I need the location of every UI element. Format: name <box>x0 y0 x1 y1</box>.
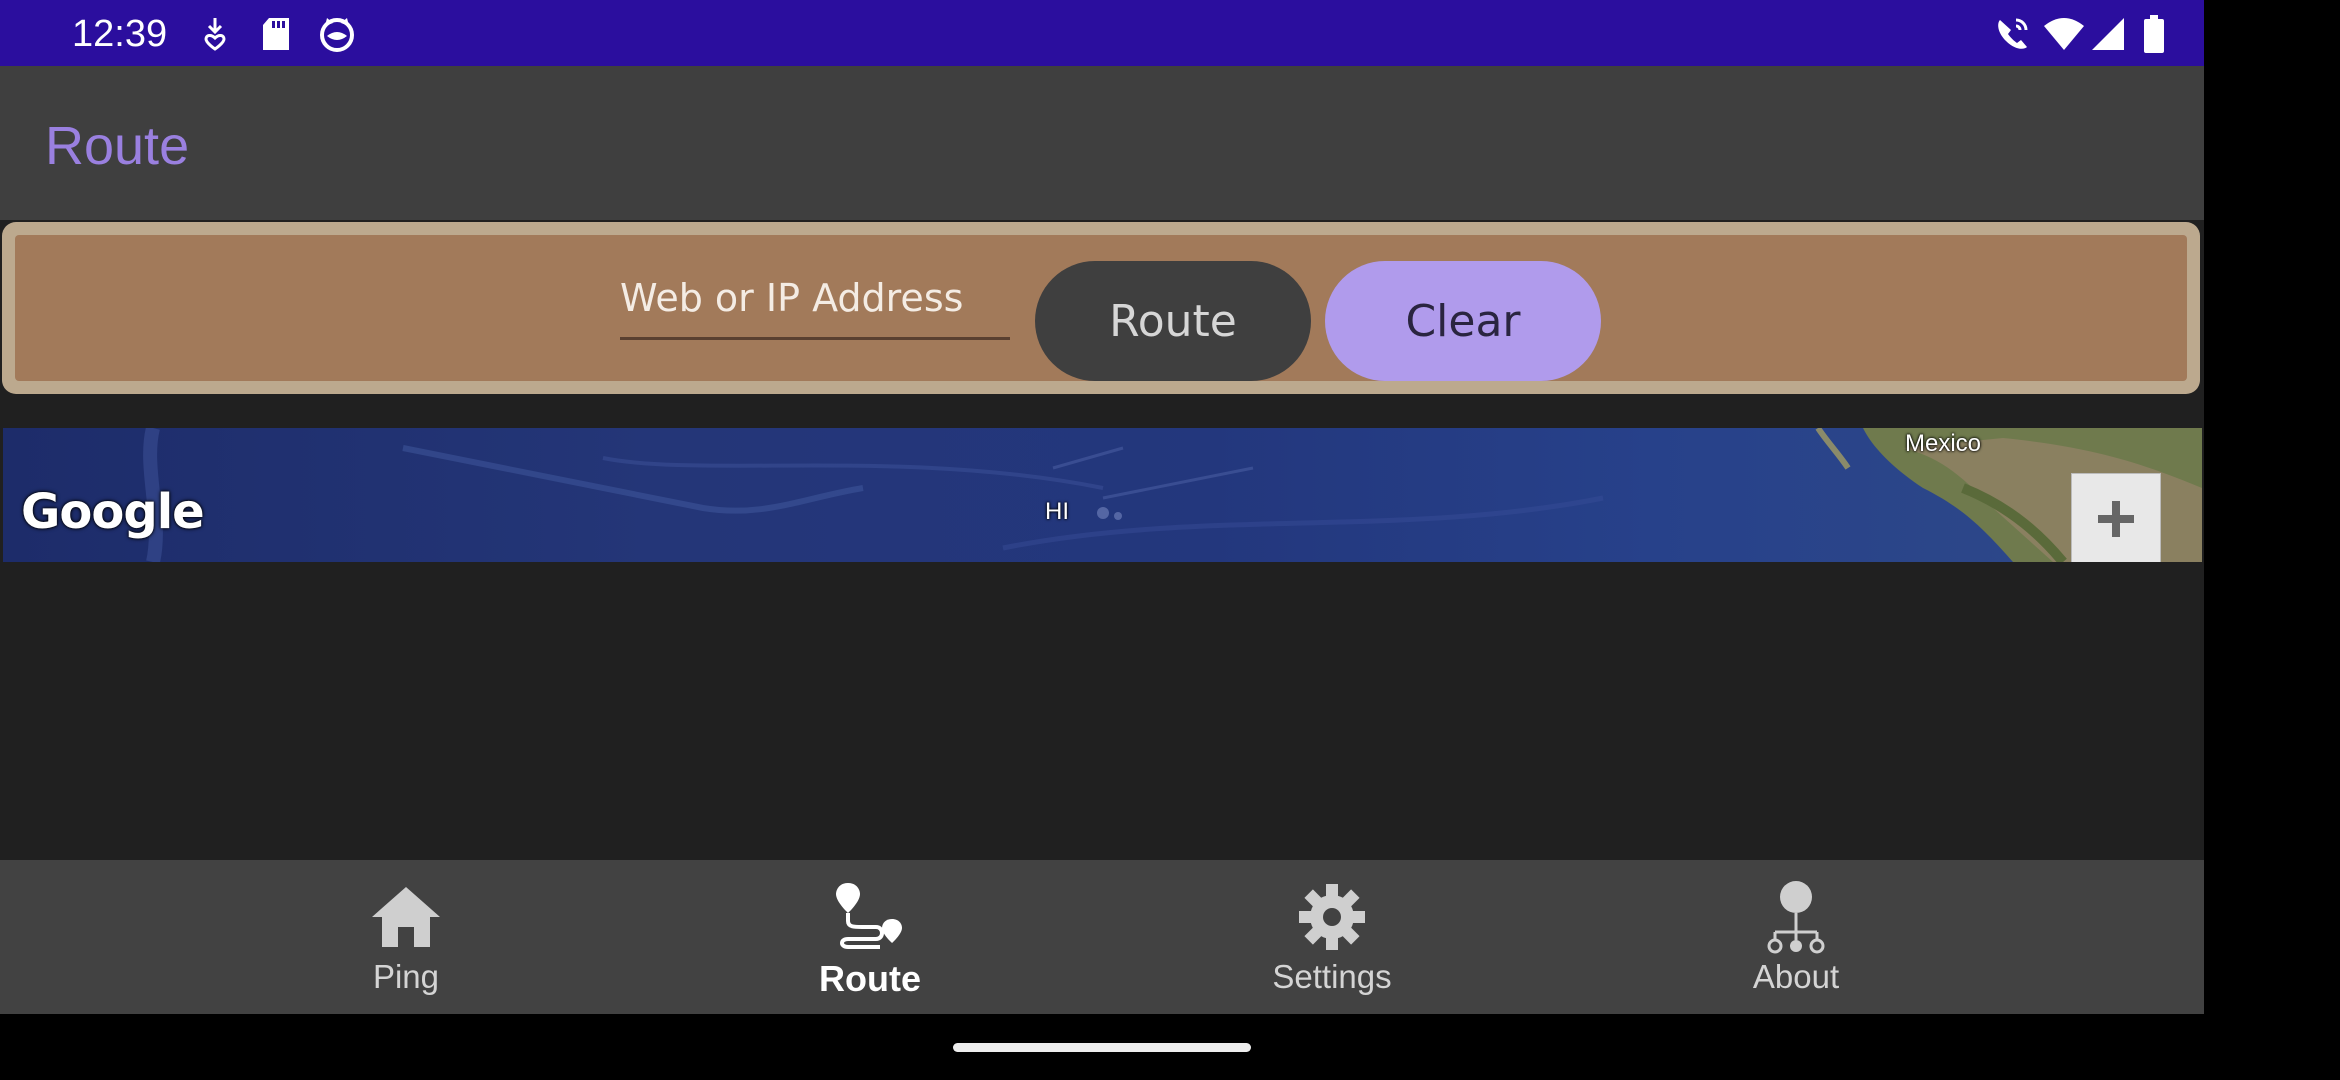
zoom-in-button[interactable] <box>2071 473 2161 562</box>
app-bar: Route <box>0 66 2204 220</box>
sd-card-icon <box>261 12 291 56</box>
nav-item-route[interactable]: Route <box>790 860 950 1014</box>
status-bar: 12:39 <box>0 0 2204 66</box>
nav-item-settings[interactable]: Settings <box>1252 860 1412 1014</box>
cellular-signal-icon <box>2090 12 2126 56</box>
cat-face-icon <box>318 12 356 56</box>
wifi-icon <box>2042 12 2086 56</box>
route-icon <box>834 880 906 954</box>
nav-label-route: Route <box>819 958 921 999</box>
download-notification-icon <box>200 12 230 56</box>
nav-item-about[interactable]: About <box>1716 860 1876 1014</box>
nav-label-settings: Settings <box>1272 958 1392 995</box>
plus-icon <box>2098 500 2134 537</box>
gesture-navigation-bar[interactable] <box>953 1043 1251 1052</box>
gear-icon <box>1297 880 1367 954</box>
nav-label-about: About <box>1752 958 1840 995</box>
map-label-mexico: Mexico <box>1905 430 1982 457</box>
home-icon <box>370 880 442 954</box>
address-input[interactable] <box>620 265 1010 340</box>
nav-item-ping[interactable]: Ping <box>326 860 486 1014</box>
map-view[interactable]: Google HI Mexico <box>3 428 2202 562</box>
page-title: Route <box>45 116 190 176</box>
map-label-hawaii: HI <box>1045 498 1069 525</box>
route-form-inner: Route Clear <box>15 235 2187 381</box>
app-window: 12:39 Route Route Clear <box>0 0 2204 1014</box>
map-terrain <box>143 428 2202 562</box>
status-time: 12:39 <box>72 13 168 55</box>
wifi-calling-icon <box>1994 12 2030 56</box>
clear-button[interactable]: Clear <box>1325 261 1601 381</box>
network-tree-icon <box>1763 880 1829 954</box>
route-form-panel: Route Clear <box>2 222 2200 394</box>
route-button[interactable]: Route <box>1035 261 1311 381</box>
nav-label-ping: Ping <box>372 958 440 995</box>
bottom-navigation: Ping Route Settings About <box>0 860 2204 1014</box>
battery-icon <box>2143 12 2165 56</box>
google-logo: Google <box>21 484 205 540</box>
